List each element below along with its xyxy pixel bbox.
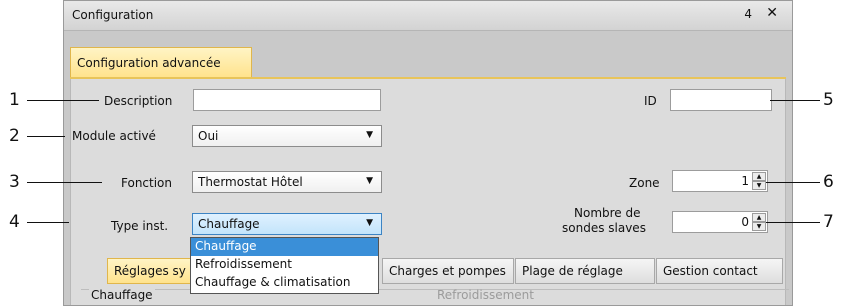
dropdown-option-chauffage[interactable]: Chauffage bbox=[191, 238, 378, 256]
tab-charges-pompes[interactable]: Charges et pompes bbox=[382, 258, 514, 284]
tab-label: Réglages sy bbox=[114, 264, 186, 278]
zone-stepper-buttons: ▲ ▼ bbox=[752, 172, 766, 190]
group-frame: Chauffage Refroidissement bbox=[81, 288, 789, 305]
leader-line-1 bbox=[27, 100, 99, 101]
leader-line-5 bbox=[770, 100, 820, 101]
module-select-value: Oui bbox=[198, 129, 219, 143]
callout-7: 7 bbox=[823, 212, 834, 232]
group-chauffage-label: Chauffage bbox=[89, 288, 155, 302]
callout-3: 3 bbox=[9, 172, 20, 192]
description-input[interactable] bbox=[193, 89, 381, 111]
chevron-down-icon: ▼ bbox=[366, 176, 373, 186]
callout-4: 4 bbox=[9, 212, 20, 232]
id-input[interactable] bbox=[670, 89, 772, 111]
callout-5: 5 bbox=[823, 90, 834, 110]
tab-plage-reglage[interactable]: Plage de réglage bbox=[515, 258, 655, 284]
spin-up-icon[interactable]: ▲ bbox=[752, 172, 766, 181]
pin-icon[interactable]: 𝟦 bbox=[744, 7, 752, 21]
configuration-window: Configuration 𝟦 ✕ Configuration advancée… bbox=[63, 0, 793, 306]
callout-2: 2 bbox=[9, 126, 20, 146]
leader-line-4 bbox=[27, 222, 69, 223]
type-inst-select[interactable]: Chauffage ▼ bbox=[192, 213, 382, 235]
tab-label: Gestion contact bbox=[663, 264, 758, 278]
id-label: ID bbox=[644, 94, 657, 108]
leader-line-2 bbox=[27, 136, 65, 137]
zone-stepper[interactable]: 1 ▲ ▼ bbox=[672, 170, 768, 192]
type-inst-select-value: Chauffage bbox=[198, 217, 260, 231]
spin-down-icon[interactable]: ▼ bbox=[752, 222, 766, 231]
tab-label: Charges et pompes bbox=[389, 264, 506, 278]
chevron-down-icon: ▼ bbox=[366, 218, 373, 228]
chevron-down-icon: ▼ bbox=[366, 130, 373, 140]
slaves-label-line1: Nombre de bbox=[574, 206, 641, 220]
fonction-select-value: Thermostat Hôtel bbox=[198, 175, 303, 189]
slaves-stepper-buttons: ▲ ▼ bbox=[752, 213, 766, 231]
tab-configuration-advanced-label: Configuration advancée bbox=[77, 56, 221, 70]
callout-1: 1 bbox=[9, 90, 20, 110]
fonction-label: Fonction bbox=[121, 176, 173, 190]
group-refroidissement-label: Refroidissement bbox=[437, 288, 534, 302]
module-label: Module activé bbox=[72, 129, 156, 143]
spin-down-icon[interactable]: ▼ bbox=[752, 181, 766, 190]
spin-up-icon[interactable]: ▲ bbox=[752, 213, 766, 222]
fonction-select[interactable]: Thermostat Hôtel ▼ bbox=[192, 171, 382, 193]
slaves-label-line2: sondes slaves bbox=[562, 221, 646, 235]
close-icon[interactable]: ✕ bbox=[766, 5, 778, 21]
leader-line-6 bbox=[766, 182, 820, 183]
dropdown-option-chauffage-climatisation[interactable]: Chauffage & climatisation bbox=[191, 274, 378, 292]
callout-6: 6 bbox=[823, 172, 834, 192]
leader-line-7 bbox=[766, 222, 820, 223]
tab-gestion-contact[interactable]: Gestion contact bbox=[656, 258, 783, 284]
slaves-stepper[interactable]: 0 ▲ ▼ bbox=[672, 211, 768, 233]
description-label: Description bbox=[104, 94, 173, 108]
zone-value: 1 bbox=[741, 174, 749, 188]
title-bar: Configuration 𝟦 ✕ bbox=[64, 1, 792, 31]
config-panel: Description ID Module activé Oui ▼ Fonct… bbox=[70, 79, 789, 305]
dropdown-option-refroidissement[interactable]: Refroidissement bbox=[191, 256, 378, 274]
module-select[interactable]: Oui ▼ bbox=[192, 125, 382, 147]
leader-line-3 bbox=[27, 182, 102, 183]
window-title: Configuration bbox=[72, 8, 154, 22]
zone-label: Zone bbox=[629, 176, 660, 190]
slaves-value: 0 bbox=[741, 215, 749, 229]
tab-configuration-advanced[interactable]: Configuration advancée bbox=[70, 47, 252, 77]
type-inst-label: Type inst. bbox=[111, 219, 169, 233]
type-inst-dropdown-list: Chauffage Refroidissement Chauffage & cl… bbox=[190, 237, 379, 294]
tab-label: Plage de réglage bbox=[522, 264, 623, 278]
